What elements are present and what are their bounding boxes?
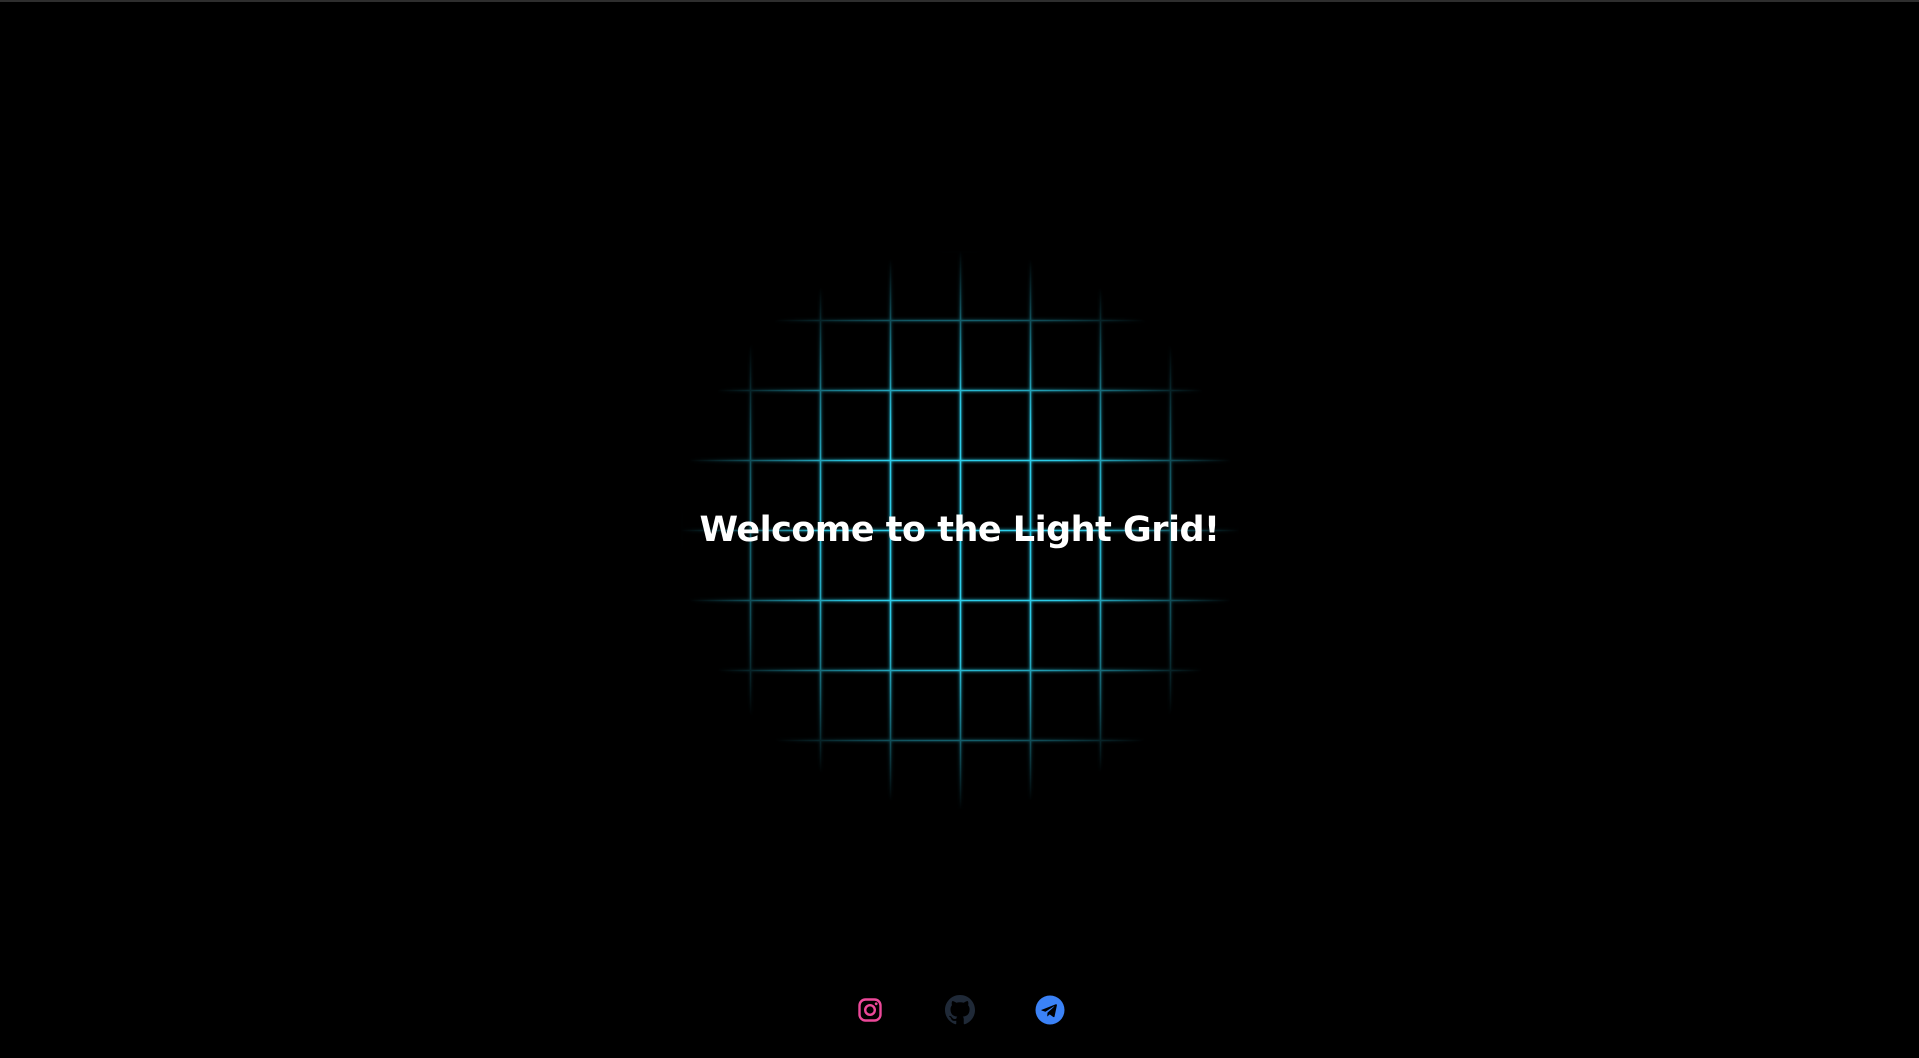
github-icon xyxy=(944,995,975,1025)
window-top-border xyxy=(0,0,1919,2)
telegram-icon xyxy=(1035,995,1064,1025)
instagram-icon xyxy=(857,998,882,1022)
social-links xyxy=(0,995,1919,1025)
telegram-link[interactable] xyxy=(1035,995,1065,1025)
hero-title: Welcome to the Light Grid! xyxy=(699,510,1221,550)
github-link[interactable] xyxy=(944,995,975,1025)
instagram-link[interactable] xyxy=(855,995,885,1025)
